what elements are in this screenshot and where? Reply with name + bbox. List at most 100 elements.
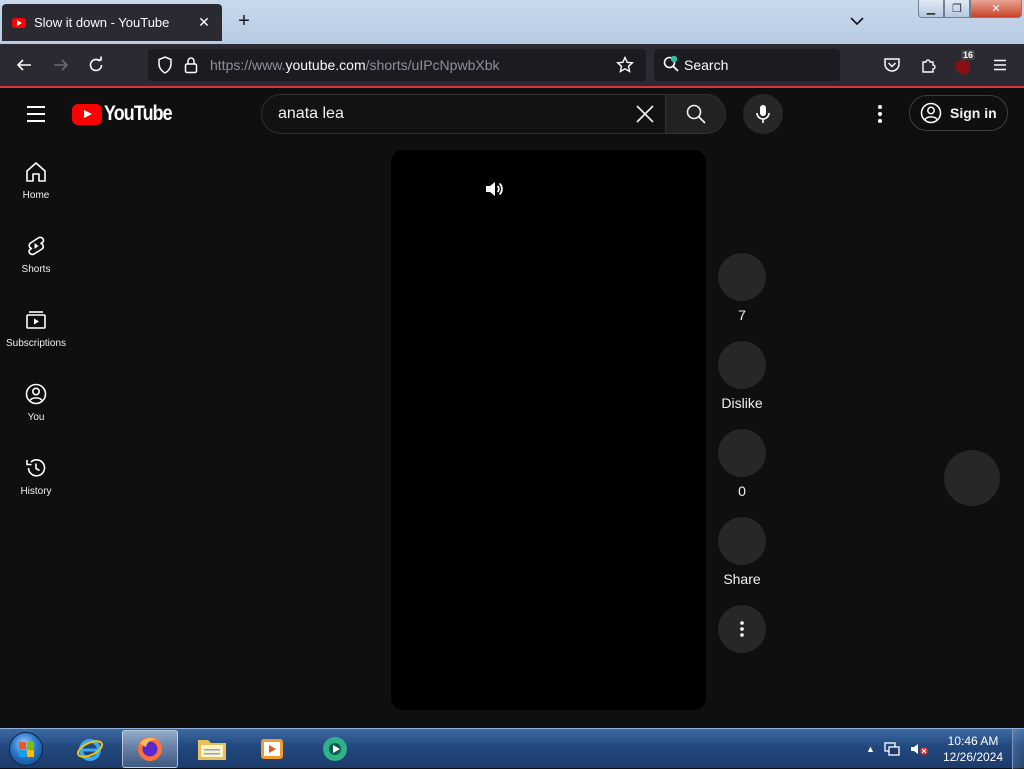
extensions-puzzle-icon[interactable]: [918, 54, 940, 76]
media-player-taskbar-button[interactable]: [244, 730, 300, 768]
dislike-label: Dislike: [721, 395, 763, 411]
history-icon: [26, 459, 46, 477]
url-text[interactable]: https://www.youtube.com/shorts/uIPcNpwbX…: [210, 49, 499, 81]
more-actions: [712, 605, 772, 653]
green-app-taskbar-button[interactable]: [308, 730, 364, 768]
internet-explorer-icon: [76, 739, 104, 761]
voice-search-button[interactable]: [743, 94, 783, 134]
volume-speaker-icon[interactable]: [483, 178, 505, 200]
guide-item-label: You: [27, 412, 45, 423]
youtube-play-logo-icon: [72, 103, 102, 125]
show-hidden-icons-arrow-icon[interactable]: ▲: [866, 744, 875, 754]
account-circle-icon: [920, 102, 942, 124]
lock-icon[interactable]: [180, 54, 202, 76]
youtube-search-button[interactable]: [666, 94, 726, 134]
sign-in-label: Sign in: [950, 105, 997, 121]
internet-explorer-taskbar-button[interactable]: [62, 730, 118, 768]
subscriptions-icon: [26, 311, 46, 329]
share-label: Share: [723, 571, 761, 587]
forward-arrow-icon[interactable]: [50, 54, 72, 76]
microphone-icon: [756, 105, 770, 123]
dislike-action: Dislike: [712, 341, 772, 411]
browser-search-placeholder: Search: [684, 57, 729, 73]
comments-button[interactable]: [718, 429, 766, 477]
comment-count: 0: [738, 483, 746, 499]
like-action: 7: [712, 253, 772, 323]
home-icon: [26, 162, 46, 182]
guide-item-label: Shorts: [21, 264, 51, 275]
show-desktop-button[interactable]: [1012, 729, 1024, 769]
file-explorer-taskbar-button[interactable]: [184, 730, 240, 768]
firefox-icon: [138, 737, 162, 761]
list-all-tabs-chevron-icon[interactable]: [848, 12, 866, 30]
volume-muted-icon[interactable]: [909, 741, 931, 757]
youtube-page: YouTube Sign in Home Shorts Subscription…: [0, 88, 1024, 728]
guide-item-history[interactable]: History: [0, 456, 72, 522]
close-window-button[interactable]: ✕: [970, 0, 1022, 18]
youtube-favicon-icon: [12, 17, 26, 28]
guide-item-label: Subscriptions: [5, 338, 67, 349]
url-path: /shorts/uIPcNpwbXbk: [365, 57, 500, 73]
youtube-search-input[interactable]: [278, 95, 618, 133]
dislike-button[interactable]: [718, 341, 766, 389]
ublock-extension-icon[interactable]: 16: [953, 50, 976, 76]
youtube-search-box: [261, 94, 666, 134]
system-tray: ▲: [866, 729, 931, 769]
pocket-icon[interactable]: [881, 54, 903, 76]
url-bar[interactable]: https://www.youtube.com/shorts/uIPcNpwbX…: [148, 49, 646, 81]
vertical-dots-icon: [740, 621, 744, 637]
guide-item-label: Home: [22, 190, 50, 201]
settings-more-icon[interactable]: [868, 102, 892, 126]
windows-logo-icon: [9, 732, 43, 766]
like-count: 7: [738, 307, 746, 323]
search-icon: [686, 104, 706, 124]
reload-icon[interactable]: [85, 54, 107, 76]
windows-taskbar: ▲ 10:46 AM 12/26/2024: [0, 728, 1024, 769]
firefox-taskbar-button[interactable]: [122, 730, 178, 768]
browser-navbar: https://www.youtube.com/shorts/uIPcNpwbX…: [0, 44, 1024, 86]
tab-title: Slow it down - YouTube: [34, 15, 170, 30]
sign-in-button[interactable]: Sign in: [909, 95, 1008, 131]
clock-time: 10:46 AM: [947, 734, 999, 748]
youtube-logo[interactable]: YouTube: [72, 102, 184, 126]
back-arrow-icon[interactable]: [13, 54, 35, 76]
url-prefix: https://www.: [210, 57, 286, 73]
guide-menu-button[interactable]: [20, 98, 52, 130]
like-button[interactable]: [718, 253, 766, 301]
window-controls: ▁ ❐ ✕: [918, 0, 1022, 18]
taskbar-clock[interactable]: 10:46 AM 12/26/2024: [938, 733, 1008, 765]
you-icon: [25, 383, 47, 405]
bookmark-star-icon[interactable]: [614, 54, 636, 76]
file-explorer-icon: [198, 740, 226, 760]
share-action: Share: [712, 517, 772, 587]
guide-item-label: History: [20, 486, 52, 497]
guide-item-home[interactable]: Home: [0, 160, 72, 226]
shorts-video-player[interactable]: [391, 150, 706, 710]
start-button[interactable]: [4, 730, 48, 768]
browser-search-bar[interactable]: Search: [654, 49, 840, 81]
share-button[interactable]: [718, 517, 766, 565]
comments-action: 0: [712, 429, 772, 499]
search-engine-icon: [660, 53, 682, 75]
extension-badge-count: 16: [961, 50, 976, 60]
tracking-protection-shield-icon[interactable]: [154, 54, 176, 76]
shorts-icon: [28, 236, 45, 256]
clear-search-icon[interactable]: [633, 102, 657, 126]
browser-tab-active[interactable]: Slow it down - YouTube ✕: [2, 4, 222, 41]
green-app-icon: [323, 737, 347, 761]
guide-item-shorts[interactable]: Shorts: [0, 234, 72, 300]
tab-close-icon[interactable]: ✕: [196, 14, 212, 31]
youtube-logo-text: YouTube: [104, 102, 173, 125]
app-menu-hamburger-icon[interactable]: [989, 54, 1011, 76]
clock-date: 12/26/2024: [942, 750, 1004, 764]
url-host: youtube.com: [285, 57, 366, 73]
media-player-icon: [261, 739, 283, 759]
new-tab-button[interactable]: +: [233, 10, 255, 32]
network-icon[interactable]: [883, 741, 901, 757]
guide-item-you[interactable]: You: [0, 382, 72, 448]
next-short-button[interactable]: [944, 450, 1000, 506]
guide-item-subscriptions[interactable]: Subscriptions: [0, 308, 72, 374]
more-actions-button[interactable]: [718, 605, 766, 653]
restore-window-button[interactable]: ❐: [944, 0, 970, 18]
minimize-window-button[interactable]: ▁: [918, 0, 944, 18]
